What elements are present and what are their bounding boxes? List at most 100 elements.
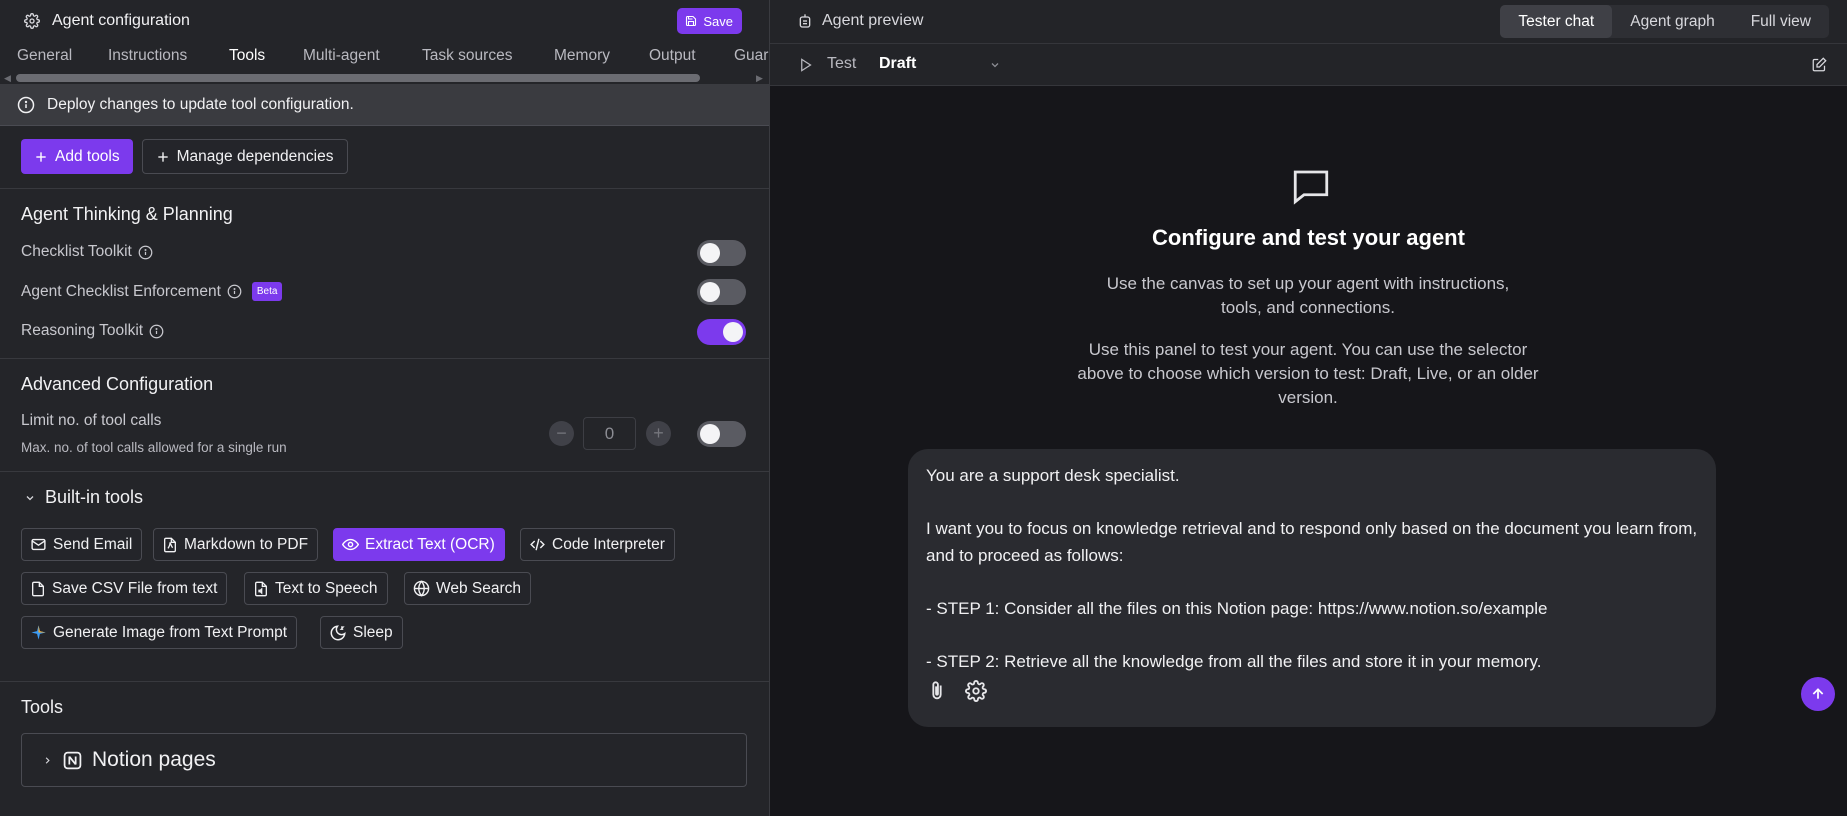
toggle-knob [700, 282, 720, 302]
code-interpreter-chip[interactable]: Code Interpreter [520, 528, 675, 561]
save-csv-label: Save CSV File from text [52, 579, 218, 597]
version-select[interactable]: Draft [879, 55, 916, 73]
view-switcher: Tester chat Agent graph Full view [1500, 5, 1829, 38]
code-interpreter-label: Code Interpreter [552, 535, 665, 553]
save-button[interactable]: Save [677, 8, 742, 34]
extract-text-ocr-label: Extract Text (OCR) [365, 535, 495, 553]
chevron-right-icon [42, 755, 53, 766]
test-label: Test [827, 55, 857, 72]
reasoning-toolkit-toggle[interactable] [697, 319, 746, 345]
tool-calls-limit-input[interactable]: 0 [583, 417, 636, 450]
generate-image-chip[interactable]: Generate Image from Text Prompt [21, 616, 298, 649]
tab-multi-agent[interactable]: Multi-agent [303, 47, 380, 65]
info-banner: Deploy changes to update tool configurat… [0, 84, 769, 126]
checklist-toolkit-text: Checklist Toolkit [21, 243, 132, 260]
limit-tool-calls-label: Limit no. of tool calls [21, 412, 162, 429]
sleep-chip[interactable]: Sleep [320, 616, 403, 649]
config-title: Agent configuration [52, 12, 190, 29]
add-tools-button[interactable]: Add tools [21, 139, 133, 174]
tool-actions: Add tools Manage dependencies [21, 139, 348, 174]
extract-text-ocr-chip[interactable]: Extract Text (OCR) [333, 528, 505, 561]
save-csv-chip[interactable]: Save CSV File from text [21, 572, 228, 605]
code-icon [529, 536, 546, 553]
divider [0, 471, 769, 472]
manage-dependencies-button[interactable]: Manage dependencies [141, 139, 348, 174]
config-header: Agent configuration Save [0, 0, 769, 42]
checklist-enforcement-toggle[interactable] [697, 279, 746, 305]
tabs-scrollbar[interactable]: ◀ ▶ [0, 72, 769, 84]
eye-icon [342, 536, 359, 553]
info-icon [17, 96, 35, 114]
chevron-down-icon [24, 492, 36, 504]
generate-image-label: Generate Image from Text Prompt [53, 623, 288, 641]
composer-line: - STEP 1: Consider all the files on this… [926, 598, 1548, 618]
composer-input[interactable]: You are a support desk specialist. I wan… [926, 463, 1706, 675]
toggle-knob [700, 424, 720, 444]
text-to-speech-label: Text to Speech [275, 579, 378, 597]
preview-header: Agent preview Tester chat Agent graph Fu… [770, 0, 1847, 44]
edit-icon[interactable] [1812, 57, 1827, 72]
increment-button[interactable]: + [646, 421, 671, 446]
tab-task-sources[interactable]: Task sources [422, 47, 512, 65]
tab-guardrails[interactable]: Guar [734, 47, 768, 65]
tab-instructions[interactable]: Instructions [108, 47, 187, 65]
builtin-tools-header[interactable]: Built-in tools [24, 487, 143, 508]
chat-composer[interactable]: You are a support desk specialist. I wan… [908, 449, 1835, 727]
tab-tester-chat[interactable]: Tester chat [1500, 5, 1613, 38]
tab-general[interactable]: General [17, 47, 72, 65]
divider [0, 681, 769, 682]
info-icon[interactable] [149, 324, 164, 339]
robot-icon [798, 13, 812, 29]
tab-output[interactable]: Output [649, 47, 696, 65]
tab-tools[interactable]: Tools [229, 47, 265, 65]
text-to-speech-chip[interactable]: Text to Speech [244, 572, 388, 605]
composer-line: - STEP 2: Retrieve all the knowledge fro… [926, 651, 1542, 671]
composer-line [926, 622, 1706, 649]
info-icon[interactable] [138, 245, 153, 260]
empty-state-title: Configure and test your agent [1152, 225, 1465, 250]
notion-pages-item[interactable]: Notion pages [21, 733, 747, 787]
save-button-label: Save [703, 13, 733, 29]
beta-badge: Beta [251, 282, 283, 301]
scrollbar-thumb[interactable] [16, 74, 700, 82]
globe-icon [413, 580, 430, 597]
toggle-knob [700, 243, 720, 263]
limit-tool-calls-description: Max. no. of tool calls allowed for a sin… [21, 440, 287, 455]
preview-title: Agent preview [822, 12, 924, 29]
decrement-button[interactable]: − [549, 421, 574, 446]
tab-memory[interactable]: Memory [554, 47, 610, 65]
info-icon[interactable] [227, 284, 242, 299]
tab-agent-graph[interactable]: Agent graph [1612, 5, 1732, 38]
checklist-enforcement-label: Agent Checklist Enforcement Beta [21, 282, 283, 301]
reasoning-toolkit-label: Reasoning Toolkit [21, 322, 164, 340]
scroll-right-icon[interactable]: ▶ [756, 73, 763, 84]
sparkle-icon [30, 624, 47, 641]
file-audio-icon [253, 581, 269, 597]
play-icon[interactable] [798, 57, 813, 73]
agent-configuration-panel: Agent configuration Save General Instruc… [0, 0, 770, 816]
chevron-down-icon[interactable] [989, 59, 1001, 71]
manage-dependencies-label: Manage dependencies [176, 147, 334, 165]
agent-preview-panel: Agent preview Tester chat Agent graph Fu… [770, 0, 1847, 816]
settings-icon[interactable] [965, 680, 987, 702]
gear-icon [24, 13, 40, 29]
plus-icon [34, 150, 48, 164]
scroll-left-icon[interactable]: ◀ [4, 73, 11, 84]
checklist-enforcement-text: Agent Checklist Enforcement [21, 282, 221, 300]
moon-icon [329, 624, 347, 642]
markdown-to-pdf-chip[interactable]: Markdown to PDF [153, 528, 319, 561]
send-button[interactable] [1801, 677, 1835, 711]
notion-icon [63, 751, 82, 770]
composer-line [926, 490, 1706, 517]
web-search-label: Web Search [436, 579, 522, 597]
divider [0, 188, 769, 189]
send-email-chip[interactable]: Send Email [21, 528, 143, 561]
composer-line: You are a support desk specialist. [926, 466, 1180, 485]
web-search-chip[interactable]: Web Search [404, 572, 532, 605]
sleep-label: Sleep [353, 623, 393, 641]
limit-tool-calls-toggle[interactable] [697, 421, 746, 447]
checklist-toolkit-toggle[interactable] [697, 240, 746, 266]
advanced-section-title: Advanced Configuration [21, 374, 214, 394]
tab-full-view[interactable]: Full view [1733, 5, 1829, 38]
paperclip-icon[interactable] [926, 679, 948, 703]
